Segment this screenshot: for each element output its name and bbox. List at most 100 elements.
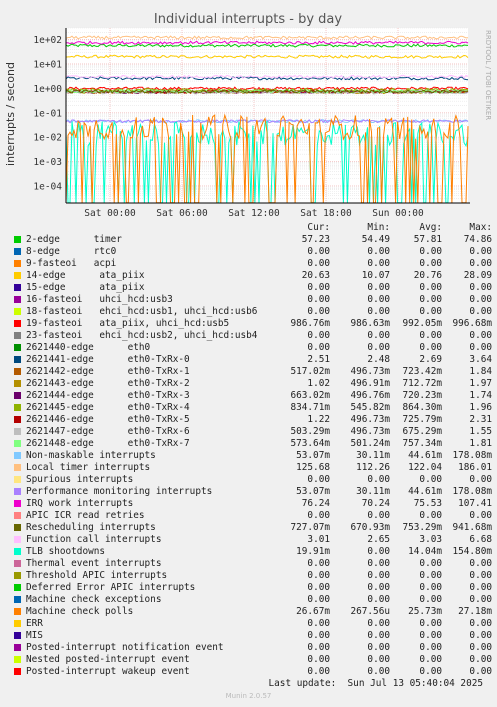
legend-row: 15-edge ata_piix 0.00 0.00 0.00 0.00 xyxy=(14,282,492,294)
legend-label: 2-edge timer xyxy=(26,234,122,245)
max-value: 0.00 xyxy=(469,654,492,665)
legend-row: 2621447-edge eth0-TxRx-6 503.29m 496.73m 67… xyxy=(14,426,492,438)
max-value: 0.00 xyxy=(469,630,492,641)
legend-row: 2-edge timer 57.23 54.49 57.81 74.86 xyxy=(14,234,492,246)
legend: Cur: Min: Avg: Max: 2-edge timer 57.23 54.… xyxy=(14,222,492,678)
legend-swatch xyxy=(14,524,21,531)
legend-swatch xyxy=(14,596,21,603)
max-value: 0.00 xyxy=(469,258,492,269)
legend-label: ERR xyxy=(26,618,43,629)
x-tick-label: Sat 12:00 xyxy=(228,208,280,219)
legend-row: 2621440-edge eth0 0.00 0.00 0.00 0.00 xyxy=(14,342,492,354)
legend-label: Machine check polls xyxy=(26,606,134,617)
legend-row: 23-fasteoi ehci_hcd:usb2, uhci_hcd:usb4 0… xyxy=(14,330,492,342)
legend-swatch xyxy=(14,668,21,675)
legend-row: MIS 0.00 0.00 0.00 0.00 xyxy=(14,630,492,642)
y-tick-label: 1e-01 xyxy=(33,108,62,119)
legend-row: 18-fasteoi ehci_hcd:usb1, uhci_hcd:usb6 0… xyxy=(14,306,492,318)
legend-row: 2621448-edge eth0-TxRx-7 573.64m 501.24m 75… xyxy=(14,438,492,450)
x-tick-label: Sun 00:00 xyxy=(372,208,424,219)
max-value: 6.68 xyxy=(469,534,492,545)
legend-label: 8-edge rtc0 xyxy=(26,246,117,257)
legend-label: Thermal event interrupts xyxy=(26,558,162,569)
legend-swatch xyxy=(14,548,21,555)
y-tick-label: 1e-03 xyxy=(33,157,62,168)
legend-label: Spurious interrupts xyxy=(26,474,134,485)
max-value: 0.00 xyxy=(469,294,492,305)
legend-row: 16-fasteoi uhci_hcd:usb3 0.00 0.00 0.00 0.00 xyxy=(14,294,492,306)
legend-label: 16-fasteoi uhci_hcd:usb3 xyxy=(26,294,173,305)
max-value: 27.18m xyxy=(458,606,492,617)
legend-swatch xyxy=(14,308,21,315)
legend-swatch xyxy=(14,644,21,651)
max-value: 0.00 xyxy=(469,342,492,353)
legend-label: 2621444-edge eth0-TxRx-3 xyxy=(26,390,190,401)
legend-row: Deferred Error APIC interrupts 0.00 0.00 0.… xyxy=(14,582,492,594)
legend-label: 2621440-edge eth0 xyxy=(26,342,151,353)
y-tick-label: 1e-02 xyxy=(33,133,62,144)
legend-row: 2621444-edge eth0-TxRx-3 663.02m 496.76m 72… xyxy=(14,390,492,402)
legend-label: Nested posted-interrupt event xyxy=(26,654,190,665)
legend-swatch xyxy=(14,404,21,411)
max-value: 0.00 xyxy=(469,642,492,653)
chart-title: Individual interrupts - by day xyxy=(154,12,342,27)
legend-swatch xyxy=(14,560,21,567)
legend-label: 15-edge ata_piix xyxy=(26,282,145,293)
max-value: 0.00 xyxy=(469,510,492,521)
legend-swatch xyxy=(14,416,21,423)
legend-label: 23-fasteoi ehci_hcd:usb2, uhci_hcd:usb4 xyxy=(26,330,258,341)
max-value: 1.55 xyxy=(469,426,492,437)
legend-swatch xyxy=(14,452,21,459)
max-value: 0.00 xyxy=(469,666,492,677)
legend-label: 2621448-edge eth0-TxRx-7 xyxy=(26,438,190,449)
max-value: 0.00 xyxy=(469,246,492,257)
legend-row: 2621442-edge eth0-TxRx-1 517.02m 496.73m 72… xyxy=(14,366,492,378)
legend-label: Machine check exceptions xyxy=(26,594,162,605)
legend-swatch xyxy=(14,488,21,495)
legend-swatch xyxy=(14,440,21,447)
legend-row: 2621443-edge eth0-TxRx-2 1.02 496.91m 712.7… xyxy=(14,378,492,390)
legend-swatch xyxy=(14,260,21,267)
legend-row: 2621441-edge eth0-TxRx-0 2.51 2.48 2.69 3.64 xyxy=(14,354,492,366)
legend-row: Rescheduling interrupts 727.07m 670.93m 753… xyxy=(14,522,492,534)
last-update: Last update: Sun Jul 13 05:40:04 2025 xyxy=(268,678,483,689)
legend-row: TLB shootdowns 19.91m 0.00 14.04m 154.80m xyxy=(14,546,492,558)
legend-row: Posted-interrupt wakeup event 0.00 0.00 0.0… xyxy=(14,666,492,678)
legend-swatch xyxy=(14,620,21,627)
max-value: 28.09 xyxy=(463,270,492,281)
legend-swatch xyxy=(14,536,21,543)
legend-swatch xyxy=(14,344,21,351)
legend-label: 19-fasteoi ata_piix, uhci_hcd:usb5 xyxy=(26,318,230,329)
legend-row: IRQ work interrupts 76.24 70.24 75.53 107.41 xyxy=(14,498,492,510)
y-axis-label: interrupts / second xyxy=(4,62,17,166)
legend-row: 14-edge ata_piix 20.63 10.07 20.76 28.09 xyxy=(14,270,492,282)
max-value: 0.00 xyxy=(469,618,492,629)
x-tick-label: Sat 00:00 xyxy=(84,208,136,219)
legend-label: 14-edge ata_piix xyxy=(26,270,145,281)
legend-label: Function call interrupts xyxy=(26,534,162,545)
legend-row: Local timer interrupts 125.68 112.26 122.04… xyxy=(14,462,492,474)
legend-row: Threshold APIC interrupts 0.00 0.00 0.00 0.0… xyxy=(14,570,492,582)
legend-swatch xyxy=(14,500,21,507)
legend-label: 2621442-edge eth0-TxRx-1 xyxy=(26,366,190,377)
legend-label: Local timer interrupts xyxy=(26,462,151,473)
max-value: 3.64 xyxy=(469,354,492,365)
max-value: 0.00 xyxy=(469,558,492,569)
legend-label: TLB shootdowns xyxy=(26,546,106,557)
legend-row: Nested posted-interrupt event 0.00 0.00 0.0… xyxy=(14,654,492,666)
legend-label: MIS xyxy=(26,630,43,641)
legend-row: Non-maskable interrupts 53.07m 30.11m 44.61… xyxy=(14,450,492,462)
y-tick-label: 1e+02 xyxy=(33,35,62,46)
legend-label: 2621443-edge eth0-TxRx-2 xyxy=(26,378,190,389)
legend-row: 2621445-edge eth0-TxRx-4 834.71m 545.82m 86… xyxy=(14,402,492,414)
legend-rows: 2-edge timer 57.23 54.49 57.81 74.86 8-edge r… xyxy=(14,234,492,678)
legend-swatch xyxy=(14,632,21,639)
legend-label: 18-fasteoi ehci_hcd:usb1, uhci_hcd:usb6 xyxy=(26,306,258,317)
legend-label: 2621446-edge eth0-TxRx-5 xyxy=(26,414,190,425)
y-tick-label: 1e-04 xyxy=(33,181,62,192)
legend-swatch xyxy=(14,368,21,375)
legend-swatch xyxy=(14,380,21,387)
legend-row: Machine check polls 26.67m 267.56u 25.73m 27… xyxy=(14,606,492,618)
legend-label: 2621441-edge eth0-TxRx-0 xyxy=(26,354,190,365)
legend-label: Non-maskable interrupts xyxy=(26,450,156,461)
